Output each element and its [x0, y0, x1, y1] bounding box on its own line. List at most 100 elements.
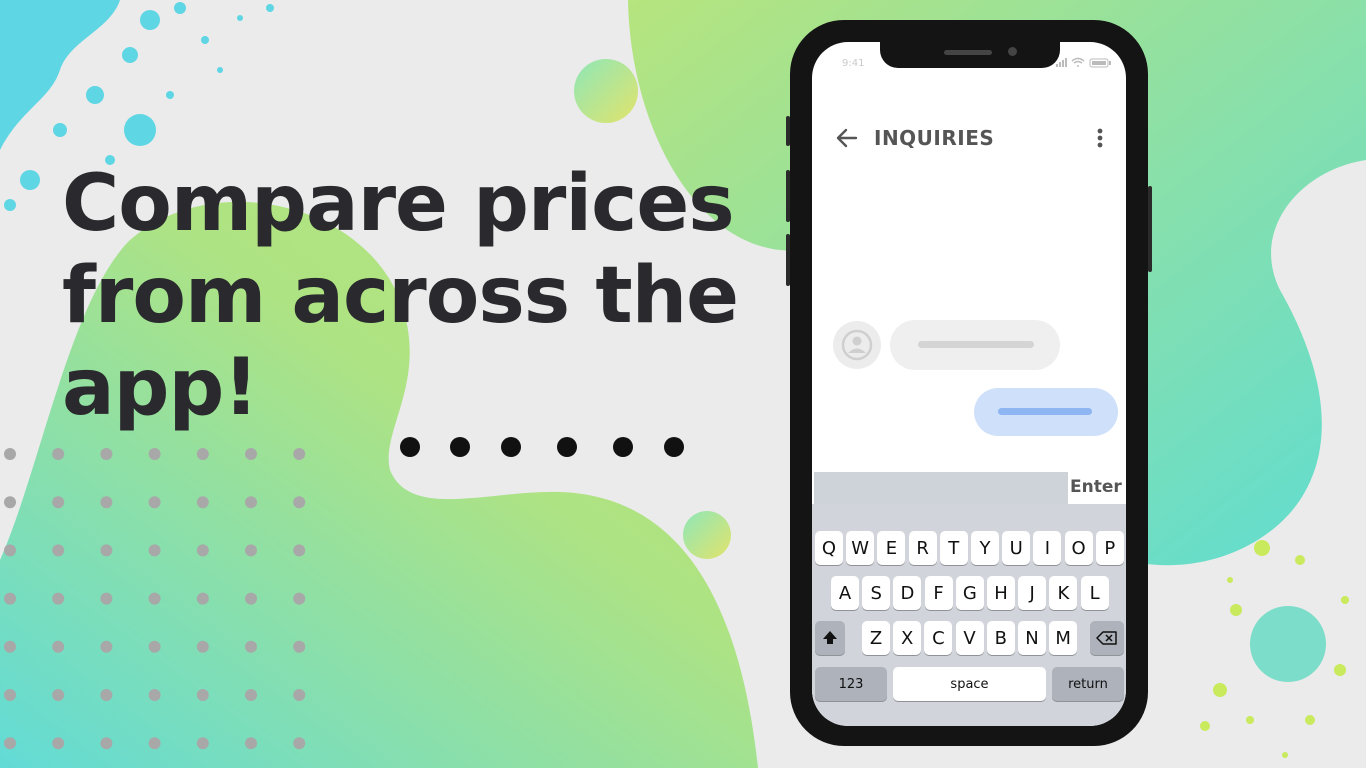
- more-vertical-icon[interactable]: [1092, 126, 1108, 150]
- key-b[interactable]: B: [986, 621, 1015, 655]
- phone-volume-up: [786, 170, 790, 222]
- phone-notch: [880, 42, 1060, 68]
- grid-dot: [52, 592, 65, 605]
- space-key[interactable]: space: [893, 667, 1046, 701]
- grid-dot: [148, 689, 161, 701]
- phone-mute-switch: [786, 116, 790, 146]
- key-h[interactable]: H: [987, 576, 1015, 610]
- key-a[interactable]: A: [831, 576, 859, 610]
- message-input[interactable]: [814, 472, 1068, 504]
- headline-line-2: from across the: [62, 251, 739, 341]
- phone-mockup: 9:41 INQUIRIES Enter Q W E R T Y U I O P…: [786, 20, 1152, 746]
- grid-dot: [52, 544, 65, 557]
- numbers-key[interactable]: 123: [815, 667, 887, 701]
- grid-dot: [245, 544, 257, 557]
- grid-dot: [245, 640, 257, 653]
- key-q[interactable]: Q: [815, 531, 843, 565]
- headline-line-1: Compare prices: [62, 159, 735, 249]
- key-k[interactable]: K: [1049, 576, 1078, 610]
- wifi-icon: [1071, 57, 1085, 67]
- key-u[interactable]: U: [1002, 531, 1031, 565]
- grid-dot: [293, 737, 306, 750]
- backspace-key[interactable]: [1090, 621, 1124, 655]
- onscreen-keyboard: QWERTYUIOP ASDFGHJKL ZXCVBNM 123 space r…: [812, 504, 1126, 726]
- dot: [664, 437, 684, 457]
- grid-dot: [52, 448, 65, 460]
- message-placeholder-line: [998, 408, 1092, 415]
- accent-ball-right: [1250, 606, 1326, 682]
- microphone-icon[interactable]: [1087, 725, 1107, 726]
- grid-dot: [52, 737, 65, 750]
- outgoing-message-bubble: [974, 388, 1118, 436]
- grid-dot: [52, 640, 65, 653]
- battery-icon: [1089, 58, 1111, 68]
- key-e[interactable]: E: [877, 531, 906, 565]
- status-time: 9:41: [842, 58, 865, 69]
- key-l[interactable]: L: [1080, 576, 1109, 610]
- grid-dot: [293, 496, 306, 509]
- grid-dot: [293, 544, 306, 557]
- key-g[interactable]: G: [955, 576, 984, 610]
- grid-dot: [293, 448, 306, 460]
- key-s[interactable]: S: [862, 576, 891, 610]
- grid-dot: [293, 640, 306, 653]
- phone-screen: 9:41 INQUIRIES Enter Q W E R T Y U I O P…: [812, 42, 1126, 726]
- grid-dot: [100, 448, 113, 460]
- return-key[interactable]: return: [1052, 667, 1124, 701]
- message-placeholder-line: [918, 341, 1034, 348]
- key-f[interactable]: F: [924, 576, 953, 610]
- grid-dot: [4, 544, 16, 557]
- headline: Compare prices from across the app!: [62, 158, 762, 434]
- key-y[interactable]: Y: [971, 531, 999, 565]
- arrow-left-icon[interactable]: [834, 126, 860, 150]
- grid-dot: [148, 737, 161, 750]
- grid-dot: [148, 640, 161, 653]
- phone-power-button: [1148, 186, 1152, 272]
- incoming-message-bubble: [890, 320, 1060, 370]
- headline-line-3: app!: [62, 343, 259, 433]
- grid-dot: [293, 689, 306, 701]
- signal-icon: [1056, 58, 1067, 67]
- grid-dot: [196, 689, 209, 701]
- key-t[interactable]: T: [939, 531, 968, 565]
- key-w[interactable]: W: [846, 531, 875, 565]
- grid-dot: [245, 737, 257, 750]
- grid-dot: [100, 689, 113, 701]
- key-x[interactable]: X: [893, 621, 922, 655]
- grid-dot: [245, 689, 257, 701]
- key-m[interactable]: M: [1049, 621, 1078, 655]
- speaker-grille: [944, 50, 992, 55]
- emoji-icon[interactable]: [832, 725, 856, 726]
- key-c[interactable]: C: [924, 621, 953, 655]
- grid-dot: [196, 496, 209, 509]
- grid-dot: [4, 689, 16, 701]
- accent-ball-mid: [683, 511, 731, 559]
- key-o[interactable]: O: [1064, 531, 1093, 565]
- grid-dot: [245, 592, 257, 605]
- grid-dot: [196, 544, 209, 557]
- grid-dot: [196, 737, 209, 750]
- grid-dot: [4, 640, 16, 653]
- dot: [557, 437, 577, 457]
- key-p[interactable]: P: [1095, 531, 1124, 565]
- avatar: [833, 321, 881, 369]
- dot: [613, 437, 633, 457]
- enter-button[interactable]: Enter: [1070, 477, 1122, 497]
- grid-dot: [100, 640, 113, 653]
- dot: [400, 437, 420, 457]
- status-icons: [1056, 57, 1111, 68]
- key-n[interactable]: N: [1018, 621, 1046, 655]
- key-v[interactable]: V: [955, 621, 984, 655]
- grid-dot: [4, 496, 16, 509]
- shift-arrow-icon: [823, 631, 837, 644]
- key-i[interactable]: I: [1033, 531, 1062, 565]
- grid-dot: [100, 592, 113, 605]
- shift-key[interactable]: [815, 621, 845, 655]
- key-r[interactable]: R: [908, 531, 937, 565]
- grid-dot: [100, 737, 113, 750]
- phone-volume-down: [786, 234, 790, 286]
- key-d[interactable]: D: [893, 576, 922, 610]
- key-j[interactable]: J: [1018, 576, 1047, 610]
- grid-dot: [4, 448, 16, 460]
- key-z[interactable]: Z: [862, 621, 890, 655]
